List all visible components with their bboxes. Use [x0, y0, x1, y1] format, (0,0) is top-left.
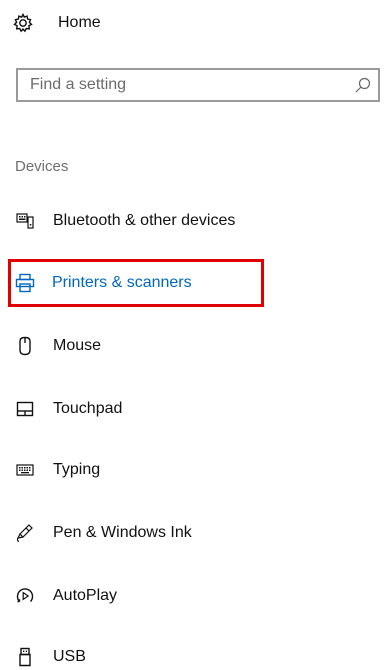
sidebar-item-mouse[interactable]: Mouse: [8, 322, 264, 370]
touchpad-icon: [13, 397, 37, 421]
sidebar-item-label: Pen & Windows Ink: [53, 524, 192, 541]
search-input[interactable]: [30, 70, 330, 100]
mouse-icon: [13, 334, 37, 358]
sidebar-item-touchpad[interactable]: Touchpad: [8, 385, 264, 433]
autoplay-icon: [13, 584, 37, 608]
sidebar-item-label: Printers & scanners: [52, 274, 192, 291]
gear-icon: [12, 12, 34, 34]
sidebar-item-label: Touchpad: [53, 400, 123, 417]
sidebar-item-label: Bluetooth & other devices: [53, 212, 236, 229]
home-label: Home: [58, 14, 101, 31]
sidebar-item-bluetooth[interactable]: Bluetooth & other devices: [8, 197, 264, 245]
sidebar-item-label: AutoPlay: [53, 587, 118, 604]
keyboard-icon: [13, 458, 37, 482]
usb-icon: [13, 645, 37, 669]
sidebar-item-autoplay[interactable]: AutoPlay: [8, 572, 264, 620]
sidebar-item-label: USB: [53, 648, 86, 665]
printer-icon: [13, 271, 37, 295]
pen-icon: [13, 521, 37, 545]
home-nav-item[interactable]: Home: [12, 8, 172, 38]
section-heading-devices: Devices: [15, 158, 69, 175]
sidebar-item-pen-ink[interactable]: Pen & Windows Ink: [8, 509, 264, 557]
sidebar-item-printers[interactable]: Printers & scanners: [8, 259, 264, 307]
settings-pane: Home Devices: [0, 0, 385, 670]
sidebar-item-label: Typing: [53, 461, 101, 478]
sidebar-item-label: Mouse: [53, 337, 102, 354]
search-icon[interactable]: [354, 76, 372, 94]
sidebar-item-typing[interactable]: Typing: [8, 446, 264, 494]
search-box[interactable]: [16, 68, 380, 102]
bluetooth-devices-icon: [13, 209, 37, 233]
sidebar-item-usb[interactable]: USB: [8, 633, 264, 670]
